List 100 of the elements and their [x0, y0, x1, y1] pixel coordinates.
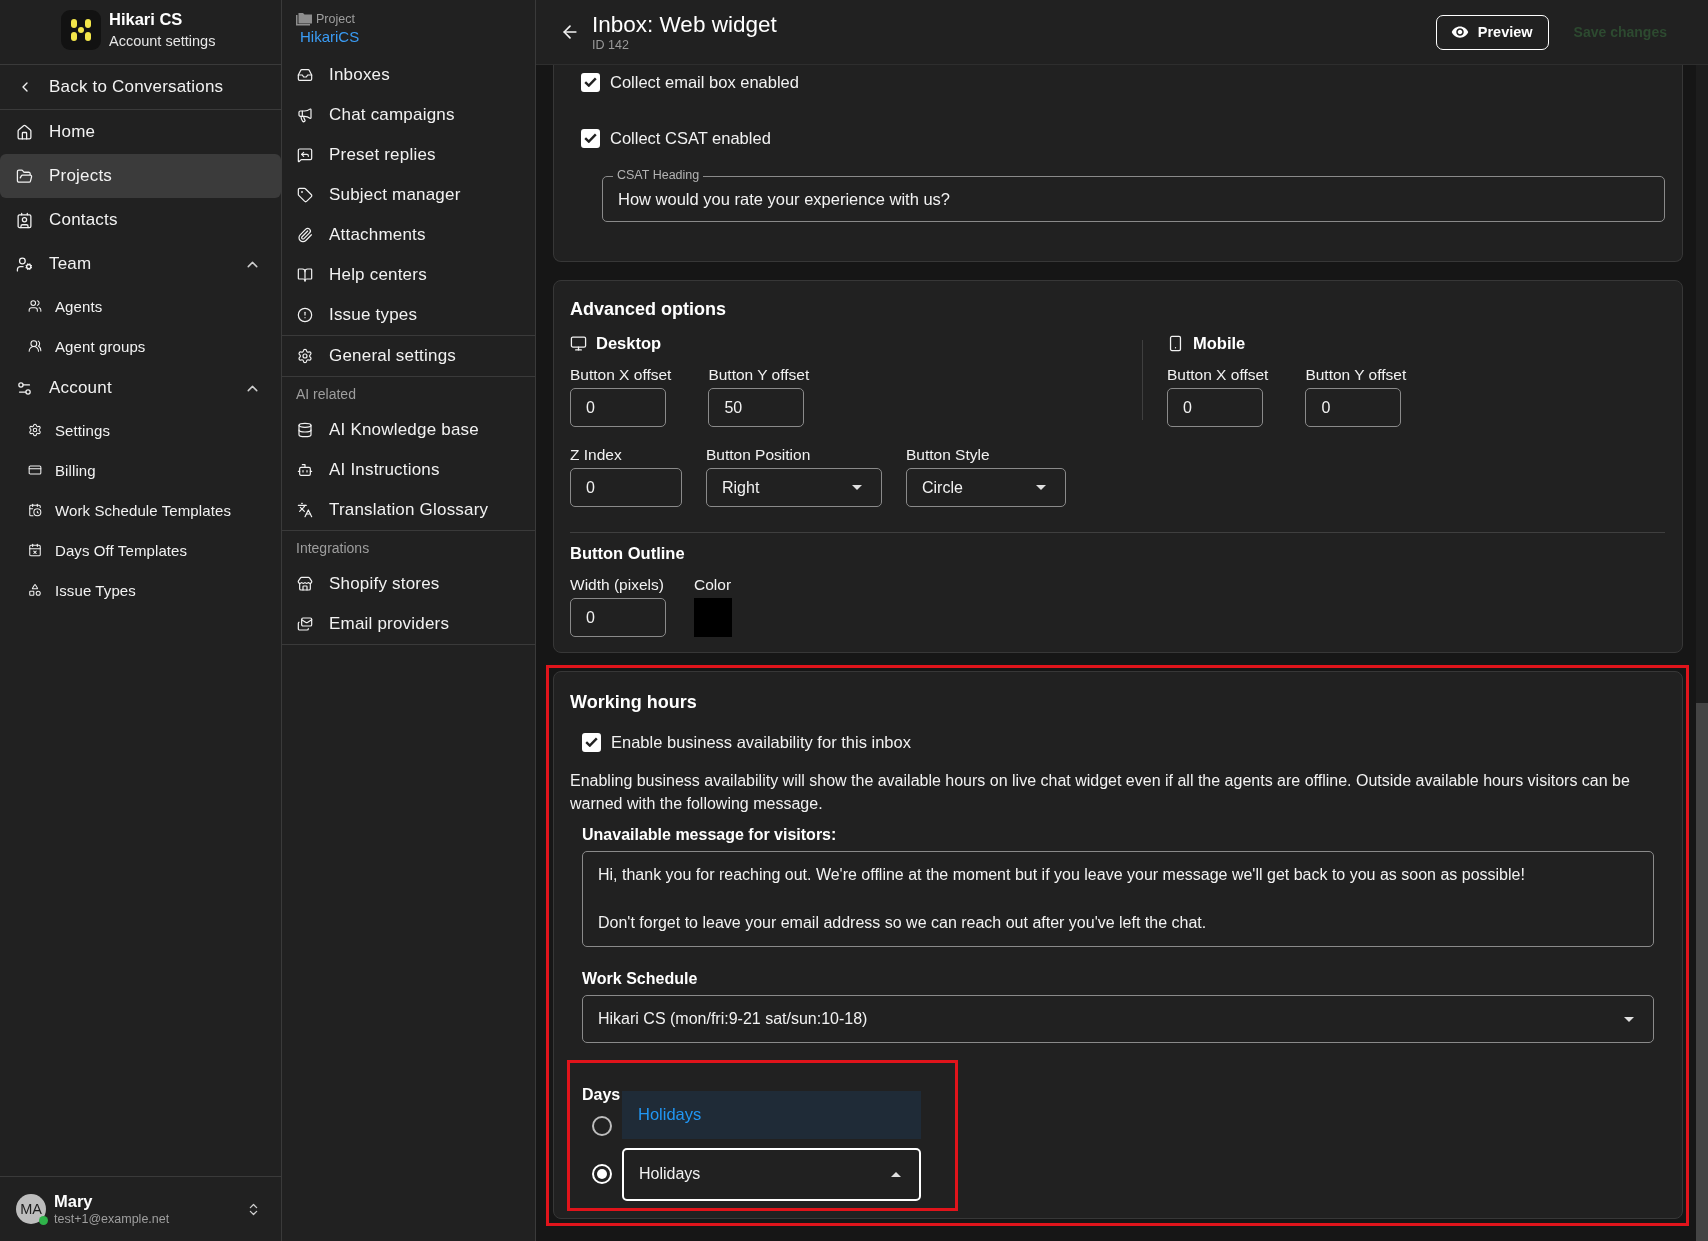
field-label: Button Y offset — [708, 365, 810, 385]
field-label: Unavailable message for visitors: — [582, 825, 838, 845]
brand-name: Hikari CS — [109, 10, 184, 29]
field-label: Days — [582, 1085, 622, 1105]
input-field[interactable]: 0 — [570, 468, 682, 507]
shapes-icon — [28, 583, 42, 597]
input-field[interactable]: 50 — [708, 388, 805, 427]
radio-button[interactable] — [592, 1116, 612, 1136]
sliders-icon — [16, 379, 33, 397]
gear-icon — [28, 423, 42, 437]
nav-subitem[interactable]: Agent groups — [0, 326, 281, 366]
color-swatch[interactable] — [694, 598, 732, 637]
nav-item[interactable]: General settings — [282, 336, 535, 376]
preview-button[interactable]: Preview — [1435, 14, 1549, 50]
checkbox[interactable] — [582, 732, 601, 752]
card-title: Working hours — [570, 691, 698, 714]
logo — [61, 9, 101, 50]
nav-subitem[interactable]: Days Off Templates — [0, 530, 281, 570]
house-icon — [16, 123, 33, 141]
store-icon — [297, 576, 313, 592]
nav-item[interactable]: Subject manager — [282, 175, 535, 215]
folder-icon — [16, 167, 33, 185]
select-field[interactable]: Hikari CS (mon/fri:9-21 sat/sun:10-18) — [582, 995, 1654, 1043]
phone-icon — [1167, 334, 1184, 352]
nav-subitem[interactable]: Agents — [0, 286, 281, 326]
nav-subitem[interactable]: Settings — [0, 410, 281, 450]
checkbox-label: Enable business availability for this inbox — [611, 732, 911, 752]
book-icon — [297, 267, 313, 283]
nav-subitem[interactable]: Issue Types — [0, 570, 281, 610]
megaphone-icon — [297, 107, 313, 123]
nav-item[interactable]: Projects — [0, 154, 281, 198]
users-icon — [28, 299, 42, 313]
page-title: Inbox: Web widget — [592, 11, 777, 38]
description-text: Enabling business availability will show the available hours on live chat widget even if all the agents are offline. Outside available hours visitors can be warned with the following message. — [570, 771, 1631, 814]
nav-item[interactable]: Translation Glossary — [282, 490, 535, 530]
nav-item[interactable]: Team — [0, 242, 281, 286]
gear-icon — [297, 348, 313, 364]
message-field[interactable]: Hi, thank you for reaching out. We're offline at the moment but if you leave your message we'll get back to you as soon as possible! Don't forget to leave your email address so we can reach out after you've left the chat. — [582, 851, 1654, 947]
checkbox[interactable] — [581, 72, 600, 92]
nav-item[interactable]: AI Knowledge base — [282, 410, 535, 450]
select-field[interactable]: Holidays — [622, 1147, 921, 1201]
alert-circle-icon — [297, 307, 313, 323]
nav-item[interactable]: Preset replies — [282, 135, 535, 175]
caret-icon — [852, 485, 862, 490]
input-field[interactable]: 0 — [1305, 388, 1402, 427]
group-heading: Integrations — [295, 538, 371, 558]
nav-item[interactable]: Account — [0, 366, 281, 410]
field-label: Button X offset — [1167, 365, 1269, 385]
nav-item[interactable]: Help centers — [282, 255, 535, 295]
nav-item[interactable]: AI Instructions — [282, 450, 535, 490]
field-label: Z Index — [570, 445, 623, 465]
nav-item[interactable]: Contacts — [0, 198, 281, 242]
select-field[interactable]: Right — [706, 468, 882, 507]
calendar-x-icon — [28, 543, 42, 557]
nav-subitem[interactable]: Billing — [0, 450, 281, 490]
checkbox-label: Collect email box enabled — [610, 72, 799, 92]
contact-card-icon — [16, 211, 33, 229]
caret-icon — [1624, 1016, 1634, 1022]
menu-option[interactable]: Holidays — [622, 1090, 921, 1139]
nav-item[interactable]: Chat campaigns — [282, 95, 535, 135]
nav-item[interactable]: Shopify stores — [282, 564, 535, 604]
folder-icon — [296, 12, 312, 26]
calendar-clock-icon — [28, 503, 42, 517]
input-field[interactable]: 0 — [1167, 388, 1263, 427]
database-icon — [297, 422, 313, 438]
input-field[interactable]: 0 — [570, 388, 666, 427]
robot-icon — [297, 462, 313, 478]
group-heading: AI related — [295, 384, 357, 404]
input-field[interactable]: 0 — [570, 598, 666, 637]
nav-item[interactable]: Issue types — [282, 295, 535, 335]
field-label: Width (pixels) — [570, 575, 665, 595]
nav-subitem[interactable]: Work Schedule Templates — [0, 490, 281, 530]
nav-item[interactable]: Inboxes — [282, 55, 535, 95]
avatar: MA — [16, 1194, 46, 1224]
select-field[interactable]: Circle — [906, 468, 1066, 507]
field-label: Color — [694, 575, 732, 595]
checkbox-label: Collect CSAT enabled — [610, 128, 771, 148]
nav-item[interactable]: Home — [0, 110, 281, 154]
nav-item[interactable]: Attachments — [282, 215, 535, 255]
users-icon — [28, 339, 42, 353]
tag-icon — [297, 187, 313, 203]
field-label: CSAT Heading — [613, 167, 704, 183]
check-icon — [584, 77, 597, 87]
back-link[interactable]: Back to Conversations — [0, 65, 281, 110]
field-label: Button Position — [706, 445, 812, 465]
reply-message-icon — [297, 147, 313, 163]
monitor-icon — [570, 334, 587, 352]
user-gear-icon — [16, 255, 33, 273]
field-label: Button Style — [906, 445, 991, 465]
user-name: Mary — [54, 1192, 94, 1211]
check-icon — [585, 737, 598, 747]
checkbox[interactable] — [581, 128, 600, 148]
caret-icon — [891, 1171, 901, 1177]
project-link[interactable]: HikariCS — [296, 28, 360, 45]
translate-icon — [297, 502, 313, 518]
scrollbar-thumb[interactable] — [1696, 703, 1708, 1241]
device-title: Mobile — [1193, 333, 1246, 353]
paperclip-icon — [297, 227, 313, 243]
nav-item[interactable]: Email providers — [282, 604, 535, 644]
field-label: Button Y offset — [1305, 365, 1407, 385]
